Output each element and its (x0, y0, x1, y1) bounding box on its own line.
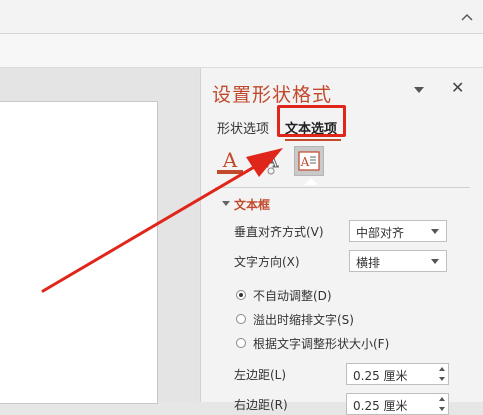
collapse-triangle-icon[interactable] (222, 201, 230, 206)
ribbon-tabs-area (0, 0, 483, 34)
right-margin-value: 0.25 厘米 (353, 399, 408, 413)
chevron-down-icon (431, 229, 439, 234)
format-shape-pane: 设置形状格式 ✕ 形状选项 文本选项 A A A 文本框 垂直对齐方式(V) 中… (200, 68, 483, 415)
vertical-align-value: 中部对齐 (356, 226, 405, 240)
radio-shrink-on-overflow-label[interactable]: 溢出时缩排文字(S) (253, 311, 354, 328)
left-margin-value: 0.25 厘米 (353, 369, 408, 383)
text-effects-icon[interactable]: A (256, 146, 286, 176)
radio-resize-shape[interactable] (236, 338, 246, 348)
annotation-highlight-box (277, 105, 346, 137)
left-margin-spinner[interactable]: 0.25 厘米 (346, 363, 449, 385)
close-icon[interactable]: ✕ (451, 80, 464, 96)
textbox-icon[interactable]: A (294, 146, 324, 176)
svg-text:A: A (300, 155, 310, 169)
ribbon-toolbar (0, 34, 483, 68)
tab-shape-options[interactable]: 形状选项 (217, 118, 269, 137)
text-direction-select[interactable]: 横排 (349, 250, 447, 272)
radio-shrink-on-overflow[interactable] (236, 314, 246, 324)
spin-down-icon[interactable] (439, 407, 445, 411)
left-margin-label: 左边距(L) (234, 368, 287, 382)
radio-resize-shape-label[interactable]: 根据文字调整形状大小(F) (253, 335, 389, 352)
text-fill-outline-icon[interactable]: A (215, 146, 245, 176)
spin-up-icon[interactable] (439, 367, 445, 371)
radio-no-autofit[interactable] (236, 290, 246, 300)
spin-down-icon[interactable] (439, 377, 445, 381)
right-margin-spinner[interactable]: 0.25 厘米 (346, 393, 449, 415)
text-direction-label: 文字方向(X) (234, 255, 300, 269)
pane-title: 设置形状格式 (212, 84, 333, 106)
chevron-down-icon (431, 259, 439, 264)
chevron-up-icon[interactable] (461, 13, 473, 23)
spin-up-icon[interactable] (439, 397, 445, 401)
vertical-align-select[interactable]: 中部对齐 (349, 220, 447, 242)
section-title-textbox[interactable]: 文本框 (234, 196, 270, 213)
selected-icon-pointer (304, 178, 318, 185)
slide-canvas[interactable] (0, 101, 158, 404)
triangle-down-icon[interactable] (414, 87, 424, 93)
radio-no-autofit-label[interactable]: 不自动调整(D) (253, 287, 332, 304)
vertical-align-label: 垂直对齐方式(V) (234, 225, 324, 239)
active-tab-underline (285, 139, 341, 141)
text-direction-value: 横排 (356, 256, 381, 270)
right-margin-label: 右边距(R) (234, 398, 288, 412)
divider (215, 187, 470, 188)
fill-glyph: A (222, 148, 238, 172)
